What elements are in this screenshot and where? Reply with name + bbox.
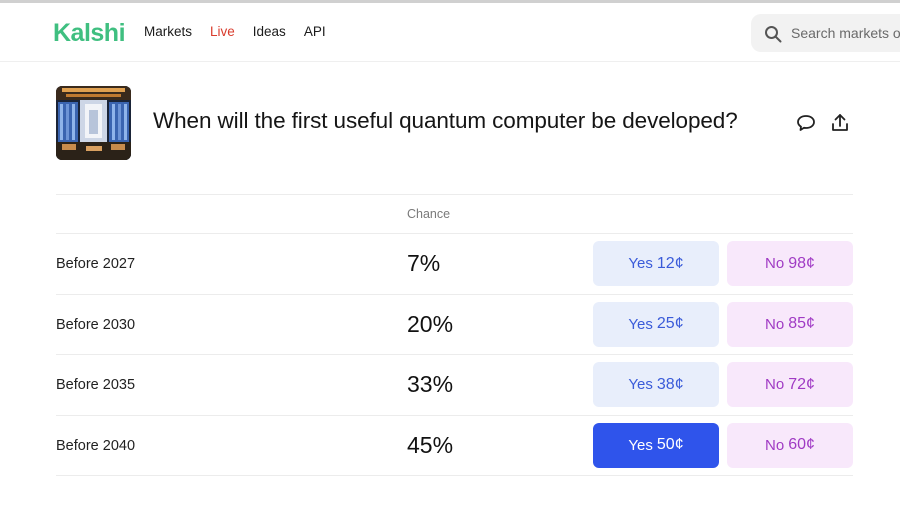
yes-label: Yes — [628, 315, 653, 333]
yes-price: 50¢ — [656, 436, 684, 453]
chance-value: 7% — [407, 250, 441, 276]
nav-api[interactable]: API — [304, 24, 326, 39]
share-icon — [832, 114, 848, 131]
chance-value: 45% — [407, 431, 454, 458]
no-price: 98¢ — [788, 254, 815, 272]
comment-button[interactable] — [795, 112, 817, 134]
nav-ideas[interactable]: Ideas — [253, 24, 286, 39]
yes-button[interactable]: Yes 12¢ — [593, 241, 719, 286]
no-label: No — [765, 255, 785, 272]
no-label: No — [765, 436, 785, 454]
no-button[interactable]: No 60¢ — [727, 422, 853, 468]
chance-value: 33% — [407, 371, 454, 397]
outcome-label: Before 2027 — [56, 256, 136, 272]
yes-price: 38¢ — [656, 375, 684, 393]
share-button[interactable] — [829, 112, 851, 134]
event-title: When will the first useful quantum compu… — [153, 108, 738, 133]
nav-markets[interactable]: Markets — [144, 24, 192, 39]
event-thumbnail — [56, 86, 131, 160]
table-row[interactable]: Before 2035 33% Yes 38¢ No 72¢ — [56, 355, 853, 416]
outcome-label: Before 2040 — [56, 437, 136, 454]
yes-price: 12¢ — [656, 254, 684, 272]
kalshi-logo[interactable]: Kalshi — [53, 19, 126, 48]
search-icon — [765, 26, 782, 43]
yes-label: Yes — [628, 436, 653, 454]
no-button[interactable]: No 85¢ — [727, 301, 853, 347]
no-price: 60¢ — [788, 436, 815, 453]
no-price: 72¢ — [788, 375, 815, 393]
table-row[interactable]: Before 2027 7% Yes 12¢ No 98¢ — [56, 234, 853, 295]
chance-column-header: Chance — [407, 207, 451, 221]
table-header: Chance — [56, 194, 853, 234]
yes-label: Yes — [628, 255, 653, 272]
yes-price: 25¢ — [656, 315, 684, 332]
outcome-label: Before 2035 — [56, 377, 136, 393]
yes-button[interactable]: Yes 38¢ — [593, 362, 719, 407]
no-label: No — [765, 376, 785, 393]
search-box[interactable] — [751, 14, 900, 52]
no-button[interactable]: No 72¢ — [727, 362, 853, 407]
search-input[interactable] — [791, 14, 900, 52]
no-button[interactable]: No 98¢ — [727, 241, 853, 286]
main-nav: Markets Live Ideas API — [144, 24, 344, 39]
outcomes-table: Chance Before 2027 7% Yes 12¢ No 98¢ Bef… — [56, 194, 853, 476]
outcome-label: Before 2030 — [56, 316, 136, 333]
table-row[interactable]: Before 2030 20% Yes 25¢ No 85¢ — [56, 295, 853, 355]
nav-live[interactable]: Live — [210, 24, 235, 39]
chance-value: 20% — [407, 310, 454, 337]
yes-label: Yes — [628, 376, 653, 393]
yes-button[interactable]: Yes 25¢ — [593, 301, 719, 347]
no-price: 85¢ — [788, 315, 815, 332]
comment-icon — [797, 115, 815, 131]
no-label: No — [765, 315, 785, 333]
top-nav-bar: Kalshi Markets Live Ideas API — [0, 3, 900, 62]
table-row[interactable]: Before 2040 45% Yes 50¢ No 60¢ — [56, 416, 853, 476]
yes-button-selected[interactable]: Yes 50¢ — [593, 422, 719, 468]
